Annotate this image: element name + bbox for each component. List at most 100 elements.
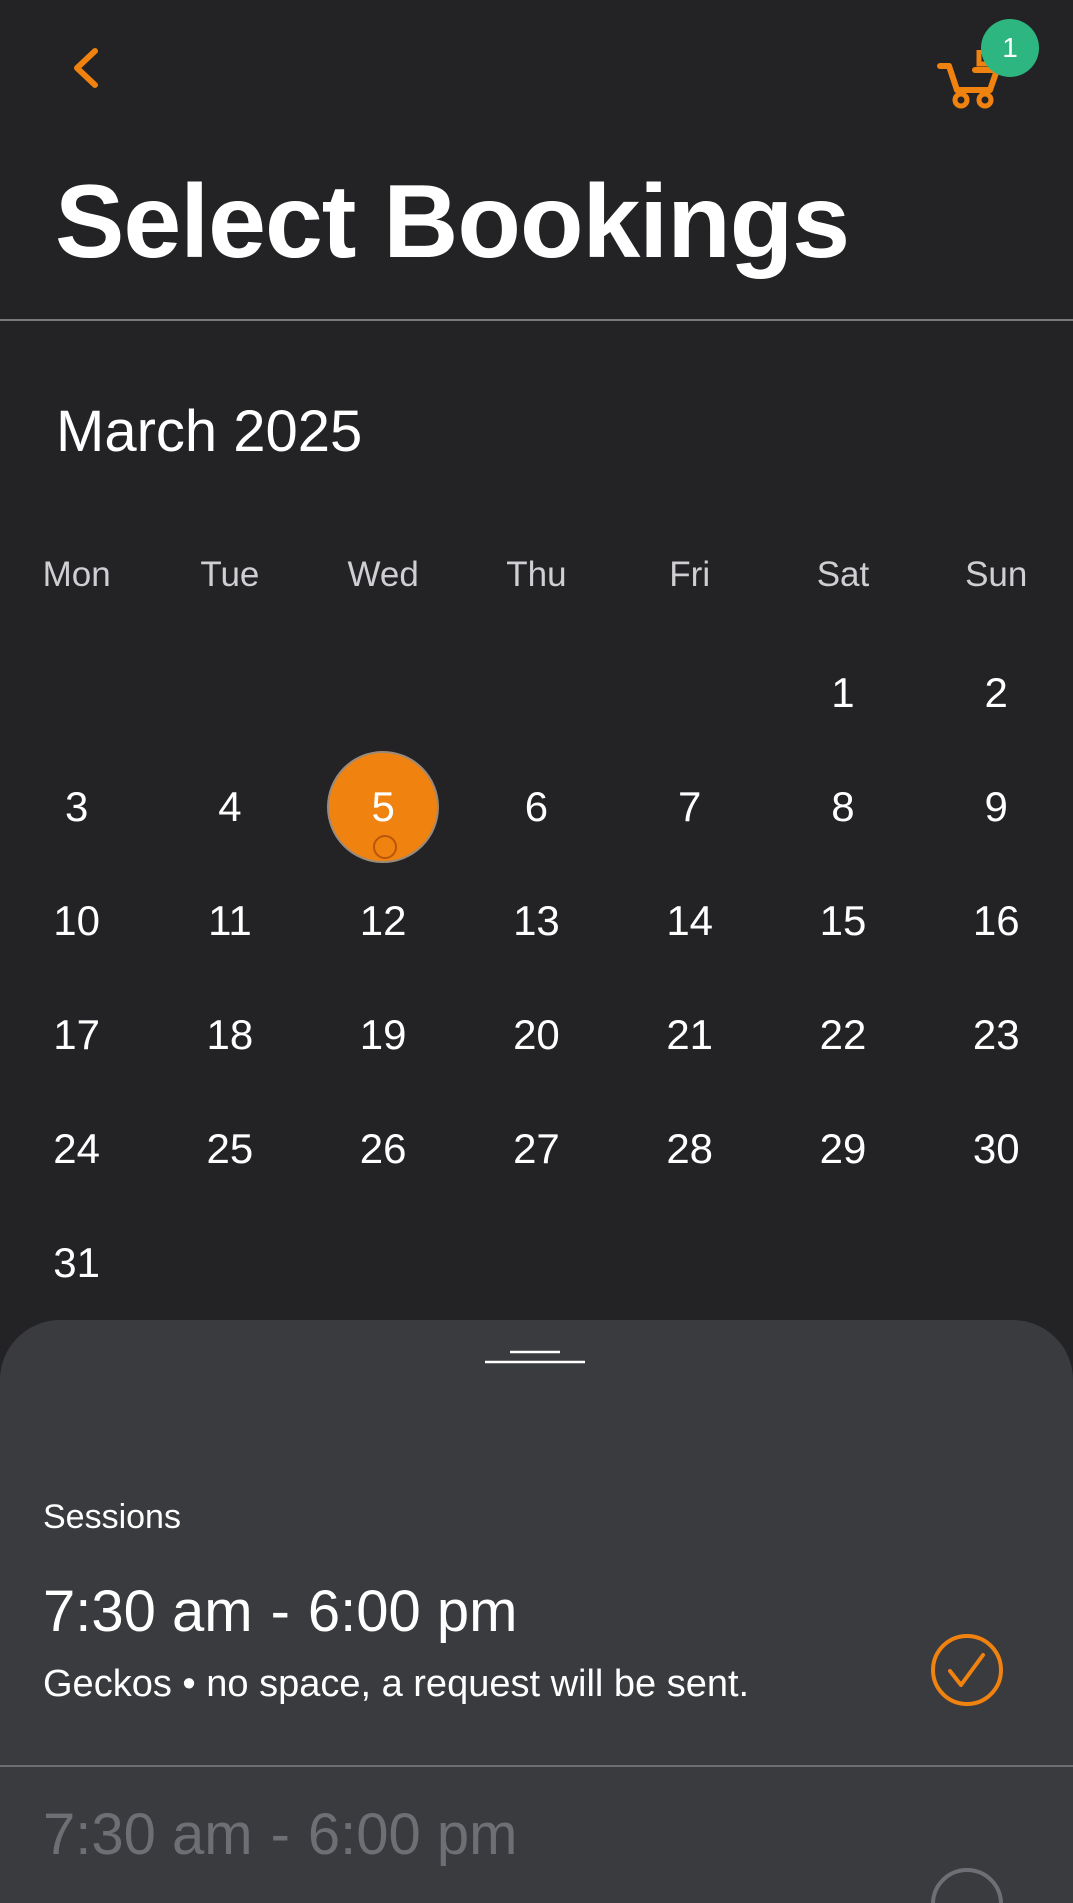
weekday-label: Tue [200,555,260,594]
page-title: Select Bookings [55,164,850,280]
day-number: 19 [359,1011,407,1058]
day-number: 6 [524,783,549,830]
day-circle: 10 [21,865,133,977]
calendar-day[interactable]: 28 [613,1092,766,1206]
day-number: 17 [53,1011,100,1058]
day-number: 29 [819,1125,867,1172]
day-number: 5 [371,783,395,830]
day-circle: 22 [787,979,899,1091]
month-label: March 2025 [56,399,363,464]
calendar-empty-cell [0,636,153,750]
calendar-day[interactable]: 19 [307,978,460,1092]
calendar-day[interactable]: 27 [460,1092,613,1206]
calendar-day[interactable]: 11 [153,864,306,978]
day-circle: 2 [940,637,1052,749]
calendar-week: 12 [0,636,1073,750]
session-start-time: 7:30 am [43,1579,253,1644]
calendar-empty-cell [153,636,306,750]
day-number: 30 [972,1125,1020,1172]
calendar-empty-cell [920,1206,1073,1320]
session-row[interactable]: 7:30 am - 6:00 pm [0,1782,1073,1903]
calendar-day[interactable]: 14 [613,864,766,978]
calendar-day[interactable]: 23 [920,978,1073,1092]
calendar-day[interactable]: 22 [766,978,919,1092]
calendar-week: 24 25 26 27 28 29 30 [0,1092,1073,1206]
calendar-day[interactable]: 3 [0,750,153,864]
day-number: 24 [53,1125,100,1172]
calendar-day[interactable]: 16 [920,864,1073,978]
calendar-day[interactable]: 26 [307,1092,460,1206]
calendar-day[interactable]: 8 [766,750,919,864]
session-row[interactable]: 7:30 am - 6:00 pm Geckos • no space, a r… [0,1583,1073,1783]
day-circle: 13 [480,865,592,977]
calendar-day[interactable]: 7 [613,750,766,864]
session-end-time: 6:00 pm [307,1579,518,1644]
calendar-week: 17 18 19 20 21 22 23 [0,978,1073,1092]
calendar-day[interactable]: 25 [153,1092,306,1206]
calendar-day[interactable]: 18 [153,978,306,1092]
calendar-day[interactable]: 10 [0,864,153,978]
calendar-empty-cell [153,1206,306,1320]
header: 1 Select Bookings [0,0,1073,321]
calendar-day[interactable]: 15 [766,864,919,978]
session-end-time: 6:00 pm [307,1802,518,1867]
day-number: 8 [831,783,855,830]
session-time-separator: - [270,1802,290,1867]
day-number: 11 [208,897,252,944]
calendar-week: 31 [0,1206,1073,1320]
calendar-day[interactable]: 31 [0,1206,153,1320]
session-description: Geckos • no space, a request will be sen… [43,1663,750,1705]
calendar-day[interactable]: 2 [920,636,1073,750]
back-button[interactable] [50,30,120,105]
day-circle: 26 [327,1093,439,1205]
day-circle: 25 [174,1093,286,1205]
day-circle: 28 [634,1093,746,1205]
day-circle: 7 [634,751,746,863]
day-number: 18 [206,1011,254,1058]
day-circle: 5 [327,751,440,863]
calendar-day[interactable]: 1 [766,636,919,750]
day-number: 25 [206,1125,254,1172]
session-time-separator: - [270,1579,290,1644]
calendar-day[interactable]: 6 [460,750,613,864]
calendar-empty-cell [766,1206,919,1320]
day-number: 9 [984,783,1008,830]
day-circle: 18 [174,979,286,1091]
calendar-day[interactable]: 17 [0,978,153,1092]
calendar-grid: 1 2 3 4 5 6 7 8 9 10 11 12 13 14 15 16 17 18 19 20 21 22 23 24 2… [0,636,1073,1320]
calendar-day[interactable]: 20 [460,978,613,1092]
calendar-day[interactable]: 12 [307,864,460,978]
calendar-day[interactable]: 30 [920,1092,1073,1206]
day-circle: 9 [940,751,1052,863]
calendar-day[interactable]: 29 [766,1092,919,1206]
chevron-left-icon [74,47,98,88]
day-circle: 1 [787,637,899,749]
checkmark-circle-icon[interactable] [930,1633,1004,1707]
day-number: 27 [513,1125,560,1172]
day-circle: 29 [787,1093,899,1205]
session-time: 7:30 am - 6:00 pm [43,1583,517,1641]
day-number: 10 [53,897,100,944]
weekday-label: Fri [669,555,711,594]
header-divider [0,319,1073,321]
drag-handle[interactable] [485,1344,585,1370]
day-number: 26 [359,1125,407,1172]
day-number: 2 [984,669,1008,716]
calendar-day[interactable]: 13 [460,864,613,978]
day-number: 7 [678,783,702,830]
calendar-day[interactable]: 9 [920,750,1073,864]
calendar-day[interactable]: 4 [153,750,306,864]
day-circle: 6 [480,751,592,863]
calendar-week: 3 4 5 6 7 8 9 [0,750,1073,864]
calendar-day[interactable]: 21 [613,978,766,1092]
calendar-day-selected[interactable]: 5 [307,750,460,864]
sessions-sheet: Sessions 7:30 am - 6:00 pm Geckos • no s… [0,1320,1073,1903]
empty-circle-icon[interactable] [930,1867,1004,1903]
calendar-week: 10 11 12 13 14 15 16 [0,864,1073,978]
weekday-label: Thu [506,555,567,594]
sessions-label: Sessions [43,1498,181,1536]
calendar-day[interactable]: 24 [0,1092,153,1206]
day-number: 3 [64,783,89,830]
day-circle: 30 [940,1093,1052,1205]
day-circle: 14 [634,865,746,977]
